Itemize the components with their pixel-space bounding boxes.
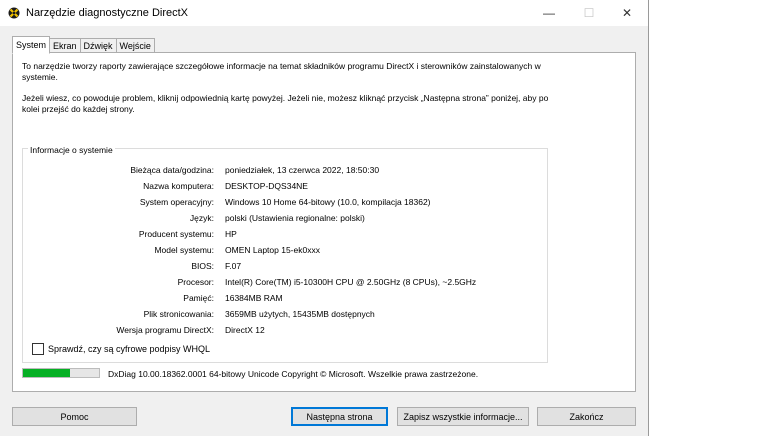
- close-icon: ✕: [621, 6, 633, 20]
- tab-system[interactable]: System: [12, 36, 51, 54]
- info-label: Model systemu:: [154, 245, 214, 255]
- group-title: Informacje o systemie: [28, 145, 115, 155]
- help-button[interactable]: Pomoc: [12, 407, 137, 426]
- info-row-memory: Pamięć: 16384MB RAM: [23, 293, 543, 305]
- minimize-button[interactable]: —: [529, 0, 569, 26]
- minimize-icon: —: [543, 6, 555, 20]
- info-label: Bieżąca data/godzina:: [130, 165, 214, 175]
- system-info-group: Informacje o systemie Bieżąca data/godzi…: [22, 145, 548, 363]
- info-value: DirectX 12: [225, 325, 265, 335]
- info-row-os: System operacyjny: Windows 10 Home 64-bi…: [23, 197, 543, 209]
- info-row-pagefile: Plik stronicowania: 3659MB użytych, 1543…: [23, 309, 543, 321]
- info-label: Pamięć:: [183, 293, 214, 303]
- whql-check[interactable]: Sprawdź, czy są cyfrowe podpisy WHQL: [32, 343, 210, 355]
- progress-fill: [23, 369, 71, 377]
- tab-ekran[interactable]: Ekran: [49, 38, 81, 53]
- info-row-bios: BIOS: F.07: [23, 261, 543, 273]
- info-label: BIOS:: [191, 261, 214, 271]
- info-value: HP: [225, 229, 237, 239]
- window-title: Narzędzie diagnostyczne DirectX: [26, 7, 189, 19]
- info-row-directx-version: Wersja programu DirectX: DirectX 12: [23, 325, 543, 337]
- save-all-info-button[interactable]: Zapisz wszystkie informacje...: [397, 407, 529, 426]
- system-tab-panel: To narzędzie tworzy raporty zawierające …: [12, 52, 636, 392]
- info-row-language: Język: polski (Ustawienia regionalne: po…: [23, 213, 543, 225]
- next-page-button[interactable]: Następna strona: [291, 407, 388, 426]
- info-label: Producent systemu:: [138, 229, 214, 239]
- info-label: Wersja programu DirectX:: [116, 325, 214, 335]
- close-button[interactable]: ✕: [607, 0, 647, 26]
- info-label: Plik stronicowania:: [143, 309, 214, 319]
- exit-button[interactable]: Zakończ: [537, 407, 636, 426]
- info-row-computer-name: Nazwa komputera: DESKTOP-DQS34NE: [23, 181, 543, 193]
- info-row-manufacturer: Producent systemu: HP: [23, 229, 543, 241]
- dxdiag-window: Narzędzie diagnostyczne DirectX — ☐ ✕ Sy…: [0, 0, 649, 436]
- tab-wejscie[interactable]: Wejście: [115, 38, 155, 53]
- info-value: 3659MB użytych, 15435MB dostępnych: [225, 309, 375, 319]
- info-label: Procesor:: [177, 277, 214, 287]
- status-text: DxDiag 10.00.18362.0001 64-bitowy Unicod…: [108, 369, 479, 379]
- title-bar: Narzędzie diagnostyczne DirectX — ☐ ✕: [0, 0, 648, 26]
- info-row-processor: Procesor: Intel(R) Core(TM) i5-10300H CP…: [23, 277, 543, 289]
- directx-icon: [8, 7, 20, 19]
- tab-strip: System Ekran Dźwięk Wejście: [12, 36, 155, 54]
- info-row-model: Model systemu: OMEN Laptop 15-ek0xxx: [23, 245, 543, 257]
- info-label: Nazwa komputera:: [143, 181, 214, 191]
- intro-paragraph-1: To narzędzie tworzy raporty zawierające …: [22, 61, 541, 82]
- whql-checkbox[interactable]: [32, 343, 44, 355]
- info-label: Język:: [189, 213, 214, 223]
- tab-dzwiek[interactable]: Dźwięk: [79, 38, 117, 53]
- maximize-button[interactable]: ☐: [569, 0, 609, 26]
- info-value: Windows 10 Home 64-bitowy (10.0, kompila…: [225, 197, 431, 207]
- info-value: DESKTOP-DQS34NE: [225, 181, 308, 191]
- info-value: 16384MB RAM: [225, 293, 283, 303]
- whql-checkbox-label: Sprawdź, czy są cyfrowe podpisy WHQL: [48, 344, 211, 354]
- maximize-icon: ☐: [583, 6, 595, 20]
- progress-bar: [22, 368, 100, 378]
- info-value: polski (Ustawienia regionalne: polski): [225, 213, 365, 223]
- info-label: System operacyjny:: [139, 197, 214, 207]
- info-value: Intel(R) Core(TM) i5-10300H CPU @ 2.50GH…: [225, 277, 477, 287]
- intro-paragraph-2: Jeżeli wiesz, co powoduje problem, klikn…: [22, 93, 549, 114]
- info-value: F.07: [225, 261, 242, 271]
- info-row-datetime: Bieżąca data/godzina: poniedziałek, 13 c…: [23, 165, 543, 177]
- info-value: poniedziałek, 13 czerwca 2022, 18:50:30: [225, 165, 380, 175]
- info-value: OMEN Laptop 15-ek0xxx: [225, 245, 320, 255]
